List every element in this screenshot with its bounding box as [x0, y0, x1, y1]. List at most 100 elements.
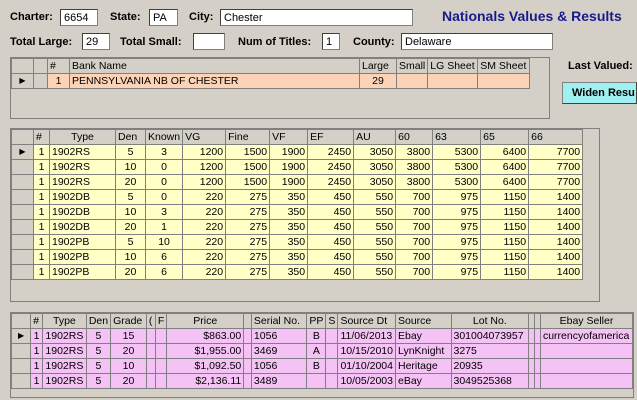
- table-row[interactable]: 1 1902DB 20 1 220 275 350 450 550 700 975 1150 1400: [11, 219, 584, 235]
- sales-col-pp[interactable]: PP: [306, 313, 327, 329]
- values-cell: 1900: [269, 174, 309, 190]
- total-small-field[interactable]: [193, 33, 225, 50]
- sales-col-c1[interactable]: (: [145, 313, 156, 329]
- sales-col-den[interactable]: Den: [85, 313, 112, 329]
- sales-col-num[interactable]: #: [30, 313, 43, 329]
- values-col-den[interactable]: Den: [115, 129, 146, 145]
- total-large-field[interactable]: 29: [82, 33, 110, 50]
- sales-col-serial[interactable]: Serial No.: [250, 313, 308, 329]
- table-row[interactable]: ▶ 1 PENNSYLVANIA NB OF CHESTER 29: [11, 73, 531, 89]
- bank-col-lg-sheet[interactable]: LG Sheet: [427, 58, 479, 74]
- charter-label: Charter:: [10, 11, 53, 23]
- county-field[interactable]: Delaware: [401, 33, 553, 50]
- values-cell: 3: [144, 204, 184, 220]
- values-cell: 6: [144, 264, 184, 280]
- values-col-num[interactable]: #: [33, 129, 50, 145]
- row-selector[interactable]: [11, 204, 34, 220]
- table-row[interactable]: 1 1902RS 5 10 $1,092.50 1056 B 01/10/2004 Herita…: [11, 358, 633, 374]
- sales-col-ebay-seller[interactable]: Ebay Seller: [539, 313, 633, 329]
- sales-cell: 20: [110, 343, 147, 359]
- sales-col-c3[interactable]: [243, 313, 252, 329]
- row-selector[interactable]: [11, 174, 34, 190]
- bank-col-name[interactable]: Bank Name: [69, 58, 360, 74]
- values-col-known[interactable]: Known: [144, 129, 184, 145]
- row-selector[interactable]: [11, 189, 34, 205]
- values-col-vg[interactable]: VG: [182, 129, 227, 145]
- values-cell: 1200: [182, 174, 227, 190]
- values-cell: 7700: [528, 159, 584, 175]
- bank-col-sm-sheet[interactable]: SM Sheet: [477, 58, 531, 74]
- state-field[interactable]: PA: [149, 9, 178, 26]
- table-row[interactable]: 1 1902PB 5 10 220 275 350 450 550 700 975 1150 1400: [11, 234, 584, 250]
- values-cell: 700: [395, 249, 434, 265]
- sales-col-price[interactable]: Price: [166, 313, 245, 329]
- sales-cell: [154, 373, 168, 389]
- table-row[interactable]: 1 1902PB 20 6 220 275 350 450 550 700 975 1150 1400: [11, 264, 584, 280]
- values-col-au[interactable]: AU: [353, 129, 397, 145]
- table-row[interactable]: ▶ 1 1902RS 5 3 1200 1500 1900 2450 3050 3800 5300 64…: [11, 144, 584, 160]
- values-col-fine[interactable]: Fine: [225, 129, 271, 145]
- charter-field[interactable]: 6654: [60, 9, 98, 26]
- values-cell: 975: [432, 189, 482, 205]
- table-row[interactable]: 1 1902PB 10 6 220 275 350 450 550 700 975 1150 1400: [11, 249, 584, 265]
- values-col-60[interactable]: 60: [395, 129, 434, 145]
- values-col-65[interactable]: 65: [480, 129, 530, 145]
- row-selector[interactable]: [11, 234, 34, 250]
- values-cell: 7700: [528, 174, 584, 190]
- values-col-type[interactable]: Type: [49, 129, 116, 145]
- values-grid: # Type Den Known VG Fine VF EF AU 60 63 …: [10, 128, 600, 302]
- values-cell: 350: [269, 249, 309, 265]
- values-cell: 7700: [528, 144, 584, 160]
- row-selector[interactable]: ▶: [11, 144, 34, 160]
- values-header-row: # Type Den Known VG Fine VF EF AU 60 63 …: [11, 129, 584, 145]
- city-field[interactable]: Chester: [220, 9, 413, 26]
- values-col-66[interactable]: 66: [528, 129, 584, 145]
- last-valued-label: Last Valued:: [568, 60, 633, 72]
- row-selector[interactable]: [11, 159, 34, 175]
- num-titles-field[interactable]: 1: [322, 33, 340, 50]
- row-selector[interactable]: [11, 219, 34, 235]
- values-cell: 275: [225, 264, 271, 280]
- values-cell: 450: [307, 219, 355, 235]
- values-cell: 350: [269, 204, 309, 220]
- sales-col-grade[interactable]: Grade: [110, 313, 147, 329]
- bank-col-small[interactable]: Small: [395, 58, 429, 74]
- row-selector[interactable]: [11, 373, 32, 389]
- sales-col-source[interactable]: Source: [395, 313, 452, 329]
- sales-col-s[interactable]: S: [325, 313, 339, 329]
- values-col-vf[interactable]: VF: [269, 129, 309, 145]
- sales-col-source-dt[interactable]: Source Dt: [337, 313, 396, 329]
- table-row[interactable]: 1 1902RS 5 20 $1,955.00 3469 A 10/15/2010 LynKni…: [11, 343, 633, 359]
- bank-col-large[interactable]: Large: [359, 58, 397, 74]
- sales-col-type[interactable]: Type: [41, 313, 87, 329]
- values-cell: 450: [307, 189, 355, 205]
- values-cell: 700: [395, 189, 434, 205]
- values-cell: 2450: [307, 144, 355, 160]
- values-col-63[interactable]: 63: [432, 129, 482, 145]
- sales-cell: 3489: [250, 373, 308, 389]
- widen-results-button[interactable]: Widen Resu: [562, 82, 637, 104]
- bank-col-num[interactable]: #: [47, 58, 70, 74]
- table-row[interactable]: ▶ 1 1902RS 5 15 $863.00 1056 B 11/06/2013 Ebay 301…: [11, 328, 633, 344]
- table-row[interactable]: 1 1902RS 10 0 1200 1500 1900 2450 3050 3800 5300 64…: [11, 159, 584, 175]
- sales-table: # Type Den Grade ( F Price Serial No. PP…: [11, 313, 633, 389]
- sales-col-c2[interactable]: F: [154, 313, 168, 329]
- sales-col-lot[interactable]: Lot No.: [450, 313, 530, 329]
- table-row[interactable]: 1 1902DB 10 3 220 275 350 450 550 700 975 1150 1400: [11, 204, 584, 220]
- table-row[interactable]: 1 1902RS 5 20 $2,136.11 3489 10/05/2003 eBay 304…: [11, 373, 633, 389]
- sales-cell: [243, 373, 252, 389]
- values-cell: 3050: [353, 174, 397, 190]
- values-cell: 220: [182, 249, 227, 265]
- values-cell: 1: [144, 219, 184, 235]
- row-selector[interactable]: [11, 249, 34, 265]
- table-row[interactable]: 1 1902RS 20 0 1200 1500 1900 2450 3050 3800 5300 64…: [11, 174, 584, 190]
- values-col-ef[interactable]: EF: [307, 129, 355, 145]
- row-selector[interactable]: [11, 264, 34, 280]
- row-selector[interactable]: ▶: [11, 328, 32, 344]
- row-selector[interactable]: [11, 343, 32, 359]
- row-selector[interactable]: [11, 358, 32, 374]
- row-selector[interactable]: ▶: [11, 73, 34, 89]
- values-cell: 1902PB: [49, 234, 116, 250]
- table-row[interactable]: 1 1902DB 5 0 220 275 350 450 550 700 975 1150 1400: [11, 189, 584, 205]
- values-cell: 450: [307, 249, 355, 265]
